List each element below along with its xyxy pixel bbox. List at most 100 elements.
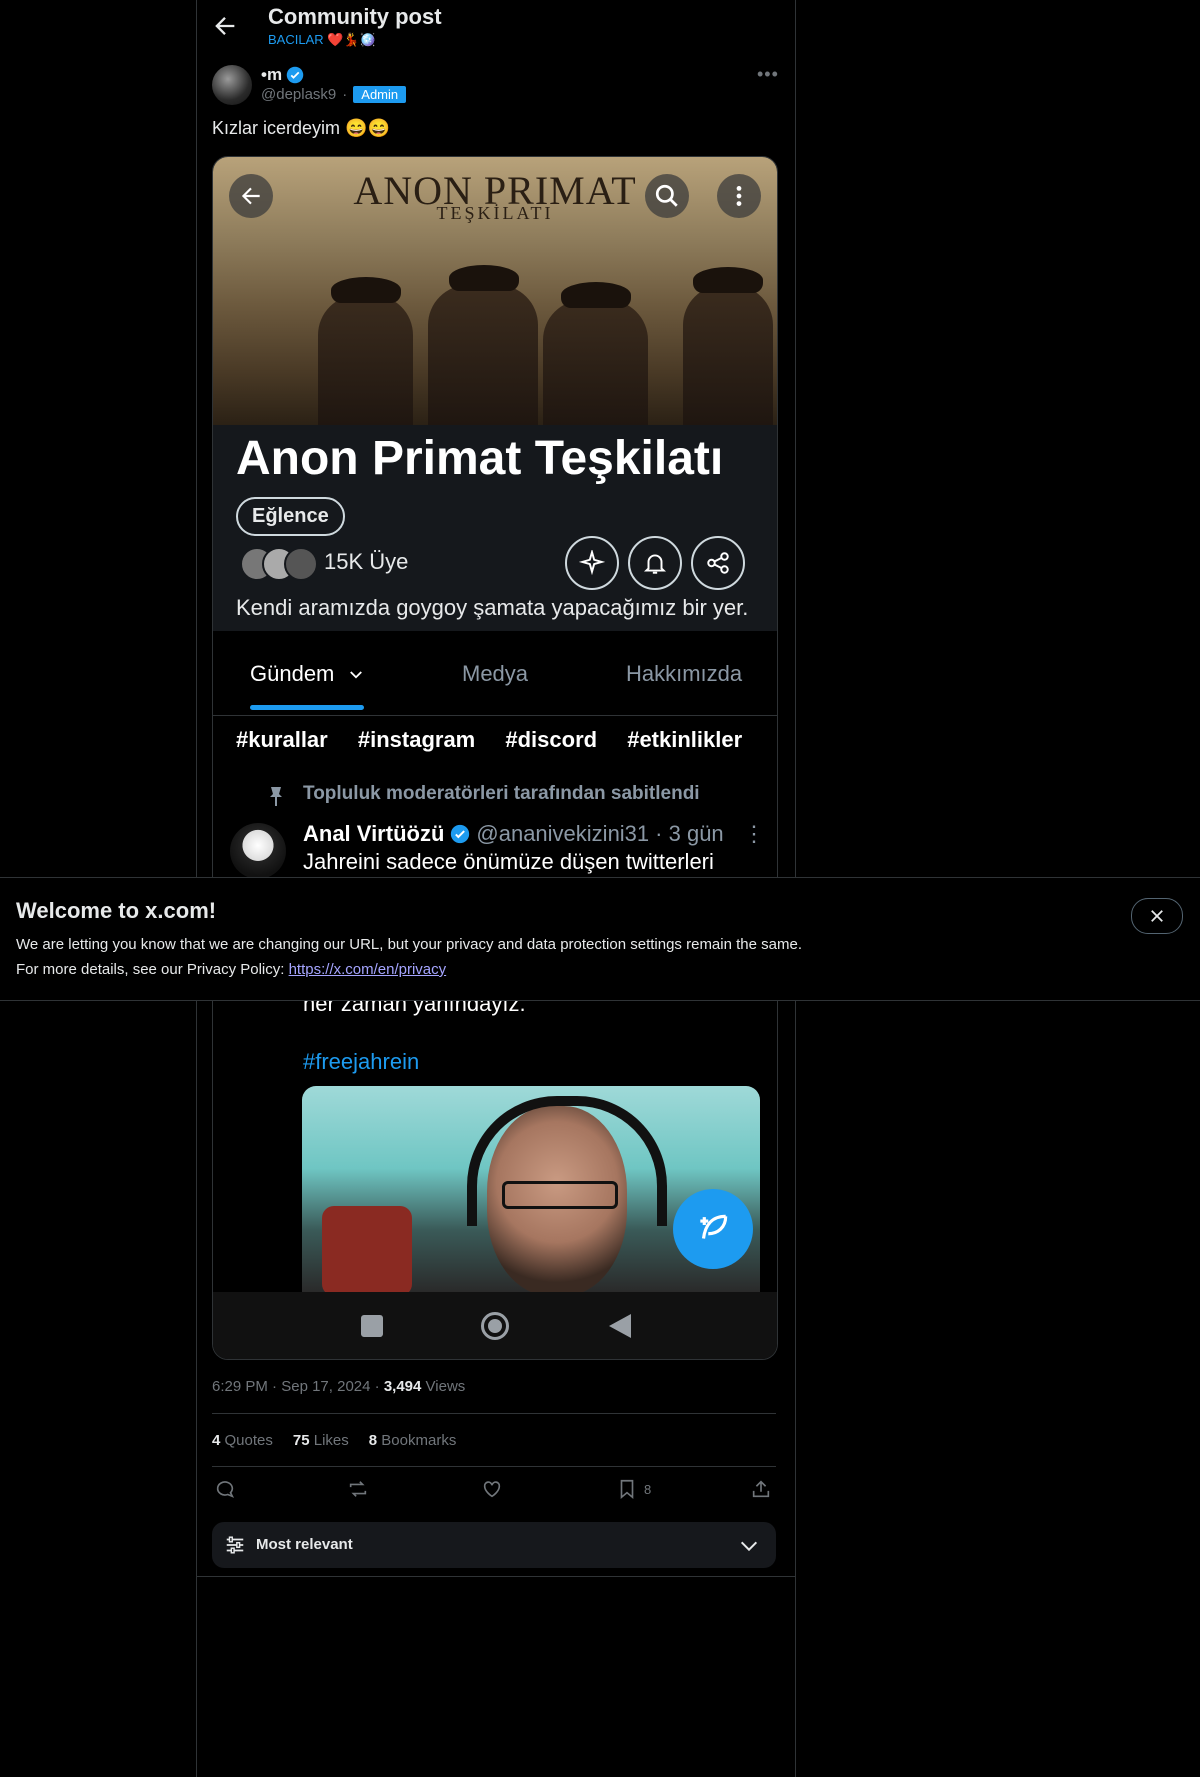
verified-badge-icon — [451, 824, 470, 844]
community-banner: ANON PRIMAT TEŞKİLATI — [213, 157, 777, 425]
member-avatar — [284, 547, 318, 581]
notice-text: For more details, see our Privacy Policy… — [16, 961, 446, 978]
inner-author-avatar — [230, 823, 286, 879]
notice-text-prefix: For more details, see our Privacy Policy… — [16, 961, 289, 978]
community-description: Kendi aramızda goygoy şamata yapacağımız… — [236, 595, 749, 620]
bookmark-icon — [620, 1479, 634, 1500]
post-meta: 6:29 PM · Sep 17, 2024 · 3,494 Views — [212, 1378, 466, 1395]
category-chip: Eğlence — [236, 497, 345, 536]
close-notice-button[interactable] — [1131, 898, 1183, 934]
figure — [428, 285, 538, 425]
divider — [212, 1413, 776, 1414]
reply-icon[interactable] — [214, 1478, 236, 1500]
inner-author-row: Anal Virtüözü @ananivekizini31 · 3 gün — [303, 821, 724, 847]
community-tabs: Gündem Medya Hakkımızda — [213, 631, 777, 716]
privacy-policy-link[interactable]: https://x.com/en/privacy — [289, 961, 447, 978]
repost-icon[interactable] — [347, 1478, 369, 1500]
inner-more-vertical-icon: ⋮ — [743, 821, 765, 846]
url-change-notice: Welcome to x.com! We are letting you kno… — [0, 877, 1200, 1001]
notice-text: We are letting you know that we are chan… — [16, 936, 802, 953]
tab-medya: Medya — [462, 661, 529, 686]
notice-title: Welcome to x.com! — [16, 898, 217, 923]
sort-label: Most relevant — [256, 1536, 353, 1553]
bookmarks-stat[interactable]: 8 Bookmarks — [369, 1432, 457, 1449]
inner-post-hashtag: #freejahrein — [303, 1049, 420, 1074]
hat — [449, 265, 519, 291]
role-badge: Admin — [353, 86, 407, 103]
sort-replies-dropdown[interactable]: Most relevant — [212, 1522, 776, 1568]
community-name: Anon Primat Teşkilatı — [236, 432, 724, 485]
back-arrow-icon[interactable] — [211, 12, 239, 40]
close-icon — [1151, 910, 1163, 922]
tag: #etkinlikler — [627, 727, 743, 752]
chair — [322, 1206, 412, 1292]
author-handle[interactable]: @deplask9 — [261, 86, 336, 103]
home-icon — [481, 1312, 509, 1340]
author-name[interactable]: •m — [261, 65, 282, 85]
tag: #instagram — [357, 727, 476, 752]
figure — [318, 295, 413, 425]
banner-subtitle: TEŞKİLATI — [436, 203, 554, 223]
notification-bell-icon — [628, 536, 682, 590]
tag-list: #kurallar #instagram #discord #etkinlikl… — [236, 727, 760, 753]
recents-icon — [361, 1315, 383, 1337]
tag: #discord — [505, 727, 598, 752]
divider — [197, 1576, 795, 1577]
author-name-row[interactable]: •m — [261, 65, 304, 85]
community-link[interactable]: BACILAR ❤️💃🪩 — [268, 32, 376, 48]
inner-author-handle: @ananivekizini31 — [476, 821, 650, 846]
action-bar: 8 — [212, 1478, 776, 1502]
figure — [543, 300, 648, 425]
pinned-label: Topluluk moderatörleri tarafından sabitl… — [303, 783, 700, 804]
community-info: Anon Primat Teşkilatı Eğlence 15K Üye Ke… — [213, 425, 777, 631]
back-triangle-icon — [609, 1314, 631, 1338]
page-header: Community post BACILAR ❤️💃🪩 — [197, 0, 795, 52]
inner-author-name: Anal Virtüözü — [303, 821, 445, 846]
like-heart-icon[interactable] — [481, 1478, 503, 1500]
bookmark-count: 8 — [644, 1481, 652, 1497]
sparkle-icon — [565, 536, 619, 590]
divider — [212, 1466, 776, 1467]
inner-post-text: Jahreini sadece önümüze düşen twitterler… — [303, 849, 714, 874]
post-time[interactable]: 6:29 PM — [212, 1378, 268, 1395]
views-label: Views — [425, 1378, 466, 1395]
inner-search-icon — [645, 174, 689, 218]
share-icon — [691, 536, 745, 590]
tag: #kurallar — [236, 727, 328, 752]
views-count: 3,494 — [383, 1378, 422, 1395]
post-text: Kızlar icerdeyim 😄😄 — [212, 118, 390, 138]
hat — [331, 277, 401, 303]
bookmark-button[interactable]: 8 — [616, 1478, 651, 1500]
tab-gundem: Gündem — [250, 661, 365, 687]
compose-fab-icon — [673, 1189, 753, 1269]
android-nav-bar — [213, 1292, 777, 1359]
tab-label: Gündem — [250, 661, 335, 686]
hat — [561, 282, 631, 308]
inner-more-icon — [717, 174, 761, 218]
hat — [693, 267, 763, 293]
tab-hakkimizda: Hakkımızda — [626, 661, 743, 686]
sliders-icon — [224, 1534, 246, 1561]
post-date[interactable]: Sep 17, 2024 — [281, 1378, 370, 1395]
more-options-icon[interactable]: ••• — [757, 64, 779, 85]
chevron-down-icon — [738, 1535, 760, 1562]
page-title: Community post — [268, 4, 442, 29]
post-stats: 4 Quotes 75 Likes 8 Bookmarks — [212, 1432, 456, 1449]
pin-icon — [267, 785, 285, 807]
author-avatar[interactable] — [212, 65, 252, 105]
author-handle-row: @deplask9 · Admin — [261, 86, 407, 103]
likes-stat[interactable]: 75 Likes — [293, 1432, 349, 1449]
member-count: 15K Üye — [324, 549, 409, 574]
separator-dot: · — [342, 86, 348, 103]
share-upload-icon[interactable] — [750, 1478, 772, 1500]
chevron-down-icon — [349, 671, 362, 679]
member-avatars — [240, 547, 318, 581]
inner-back-icon — [229, 174, 273, 218]
quotes-stat[interactable]: 4 Quotes — [212, 1432, 273, 1449]
figure — [683, 285, 773, 425]
glasses — [502, 1181, 618, 1209]
active-tab-indicator — [250, 705, 364, 710]
verified-badge-icon — [286, 66, 304, 84]
post-media-image[interactable]: ANON PRIMAT TEŞKİLATI Anon Primat Teşkil… — [212, 156, 778, 1360]
inner-post-age: · 3 gün — [655, 821, 724, 846]
